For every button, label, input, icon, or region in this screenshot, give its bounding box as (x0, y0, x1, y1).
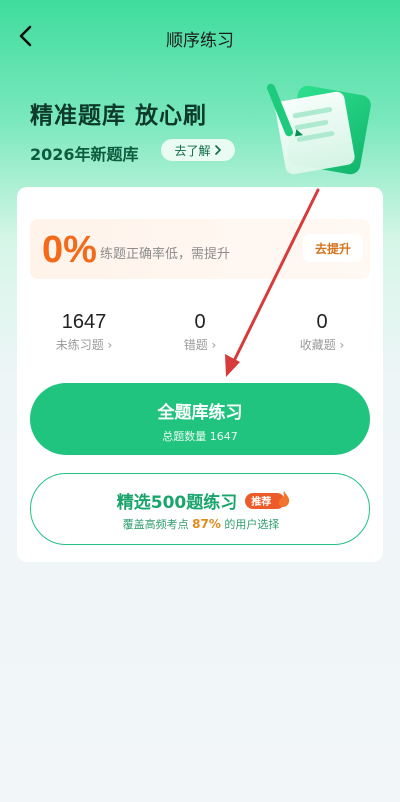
top-bar: 顺序练习 (0, 0, 400, 76)
stat-wrong[interactable]: 0 错题 › (145, 311, 255, 353)
subtitle-suffix: 的用户选择 (224, 518, 280, 531)
accuracy-percent: 0% (42, 229, 97, 271)
stat-value: 1647 (61, 311, 107, 333)
page-title: 顺序练习 (166, 31, 234, 51)
hero-subtitle: 2026年新题库 (30, 145, 139, 164)
improve-button[interactable]: 去提升 (303, 234, 363, 262)
flame-icon (278, 490, 290, 507)
recommend-badge-label: 推荐 (251, 497, 272, 508)
selected-500-title: 精选500题练习 (116, 493, 238, 513)
stat-label: 未练习题 › (55, 338, 113, 352)
practice-card: 0% 练题正确率低，需提升 去提升 1647 未练习题 › 0 错题 › 0 收… (17, 187, 383, 562)
hero-title: 精准题库 放心刷 (30, 103, 208, 129)
recommend-badge: 推荐 (245, 490, 290, 509)
stat-value: 0 (194, 311, 206, 333)
stat-favorites[interactable]: 0 收藏题 › (267, 311, 377, 353)
full-bank-practice-title: 全题库练习 (157, 403, 243, 423)
accuracy-panel: 0% 练题正确率低，需提升 去提升 (30, 219, 370, 279)
subtitle-prefix: 覆盖高频考点 (122, 518, 189, 531)
learn-more-button[interactable]: 去了解 (161, 139, 235, 161)
stat-label: 错题 › (183, 338, 217, 352)
full-bank-practice-subtitle: 总题数量 1647 (162, 430, 238, 443)
selected-500-practice-button[interactable]: 精选500题练习 推荐 覆盖高频考点 87% 的用户选择 (30, 473, 370, 545)
stat-label: 收藏题 › (299, 338, 345, 352)
accuracy-message: 练题正确率低，需提升 (100, 247, 231, 262)
chevron-right-icon (214, 145, 221, 155)
stat-unpracticed[interactable]: 1647 未练习题 › (29, 311, 139, 353)
stat-value: 0 (316, 311, 328, 333)
selected-500-title-row: 精选500题练习 推荐 (31, 488, 371, 513)
document-pen-illustration-icon (267, 83, 371, 175)
full-bank-practice-button[interactable]: 全题库练习 总题数量 1647 (30, 383, 370, 455)
subtitle-highlight: 87% (192, 517, 221, 531)
selected-500-subtitle: 覆盖高频考点 87% 的用户选择 (31, 516, 371, 532)
learn-more-label: 去了解 (174, 143, 211, 158)
